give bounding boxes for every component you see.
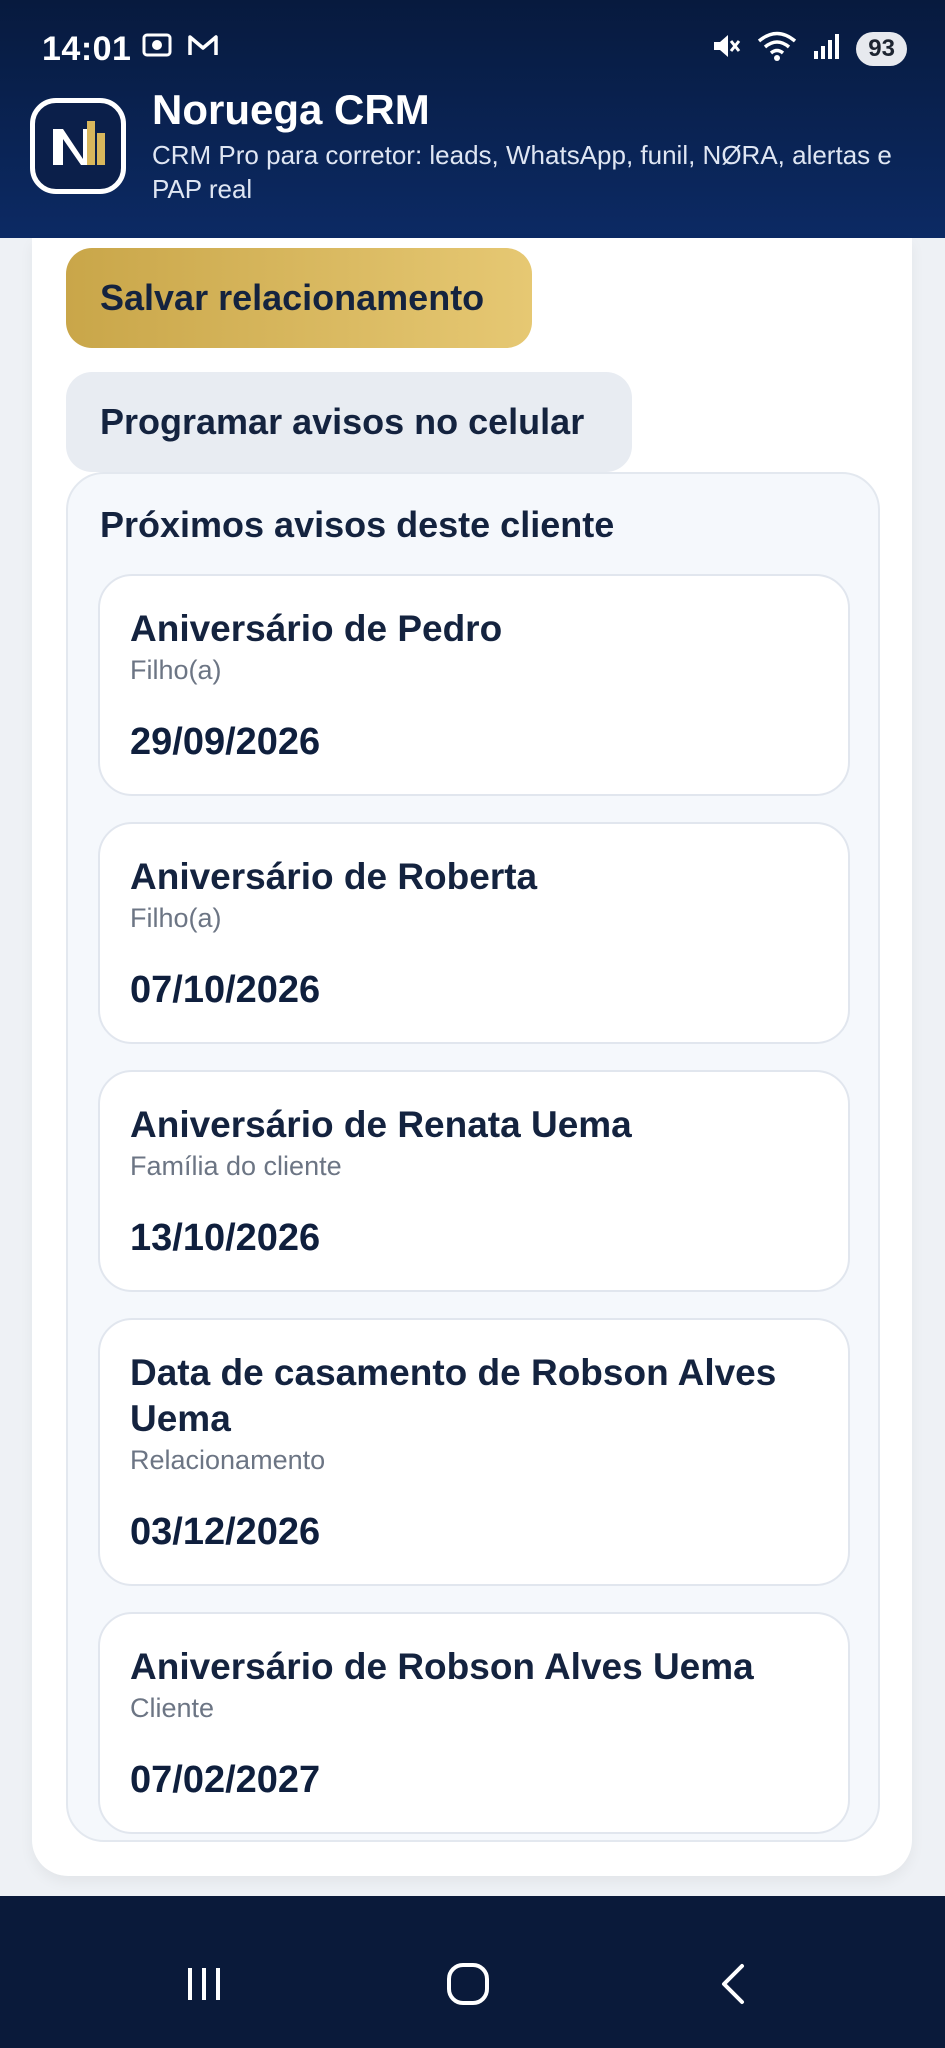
reminder-item[interactable]: Aniversário de Renata Uema Família do cl… bbox=[98, 1070, 850, 1292]
reminder-subtitle: Relacionamento bbox=[130, 1445, 326, 1475]
gmail-icon bbox=[186, 30, 220, 65]
save-relationship-button[interactable]: Salvar relacionamento bbox=[66, 248, 532, 348]
status-icons-right: 93 bbox=[710, 30, 907, 67]
reminder-list: Aniversário de Pedro Filho(a) 29/09/2026… bbox=[98, 574, 850, 1860]
battery-indicator: 93 bbox=[856, 31, 907, 66]
reminder-title: Data de casamento de Robson Alves Uema bbox=[130, 1352, 777, 1439]
wifi-icon bbox=[756, 30, 798, 67]
panel-title: Próximos avisos deste cliente bbox=[100, 504, 615, 545]
recent-apps-icon[interactable] bbox=[164, 1944, 244, 2024]
reminder-date: 03/12/2026 bbox=[130, 1511, 321, 1553]
screen-record-icon bbox=[140, 30, 174, 65]
reminder-item[interactable]: Data de casamento de Robson Alves Uema R… bbox=[98, 1318, 850, 1586]
reminder-subtitle: Família do cliente bbox=[130, 1151, 342, 1181]
reminder-title: Aniversário de Roberta bbox=[130, 856, 538, 897]
reminder-title: Aniversário de Renata Uema bbox=[130, 1104, 632, 1145]
reminder-title: Aniversário de Robson Alves Uema bbox=[130, 1646, 754, 1687]
back-icon[interactable] bbox=[694, 1944, 774, 2024]
system-navigation-bar bbox=[0, 1896, 945, 2048]
reminder-date: 07/10/2026 bbox=[130, 969, 321, 1011]
reminder-date: 07/02/2027 bbox=[130, 1759, 321, 1801]
reminder-subtitle: Cliente bbox=[130, 1693, 215, 1723]
reminder-subtitle: Filho(a) bbox=[130, 903, 222, 933]
app-title: Noruega CRM bbox=[152, 86, 430, 133]
status-icons-left bbox=[140, 30, 220, 65]
upcoming-reminders-panel: Próximos avisos deste cliente Aniversári… bbox=[66, 472, 880, 1842]
app-subtitle: CRM Pro para corretor: leads, WhatsApp, … bbox=[152, 140, 892, 204]
mute-icon bbox=[710, 30, 742, 67]
reminder-title: Aniversário de Pedro bbox=[130, 608, 503, 649]
reminder-date: 29/09/2026 bbox=[130, 721, 321, 763]
home-icon[interactable] bbox=[428, 1944, 508, 2024]
reminder-item[interactable]: Aniversário de Robson Alves Uema Cliente… bbox=[98, 1612, 850, 1834]
reminder-item[interactable]: Aniversário de Pedro Filho(a) 29/09/2026 bbox=[98, 574, 850, 796]
reminder-subtitle: Filho(a) bbox=[130, 655, 222, 685]
reminder-item[interactable]: Aniversário de Roberta Filho(a) 07/10/20… bbox=[98, 822, 850, 1044]
signal-icon bbox=[812, 31, 842, 66]
reminder-date: 13/10/2026 bbox=[130, 1217, 321, 1259]
schedule-alerts-button[interactable]: Programar avisos no celular bbox=[66, 372, 632, 472]
app-logo bbox=[30, 98, 126, 194]
status-time: 14:01 bbox=[42, 30, 132, 68]
app-header: 14:01 93 Noruega CRM CRM Pro para corret… bbox=[0, 0, 945, 238]
